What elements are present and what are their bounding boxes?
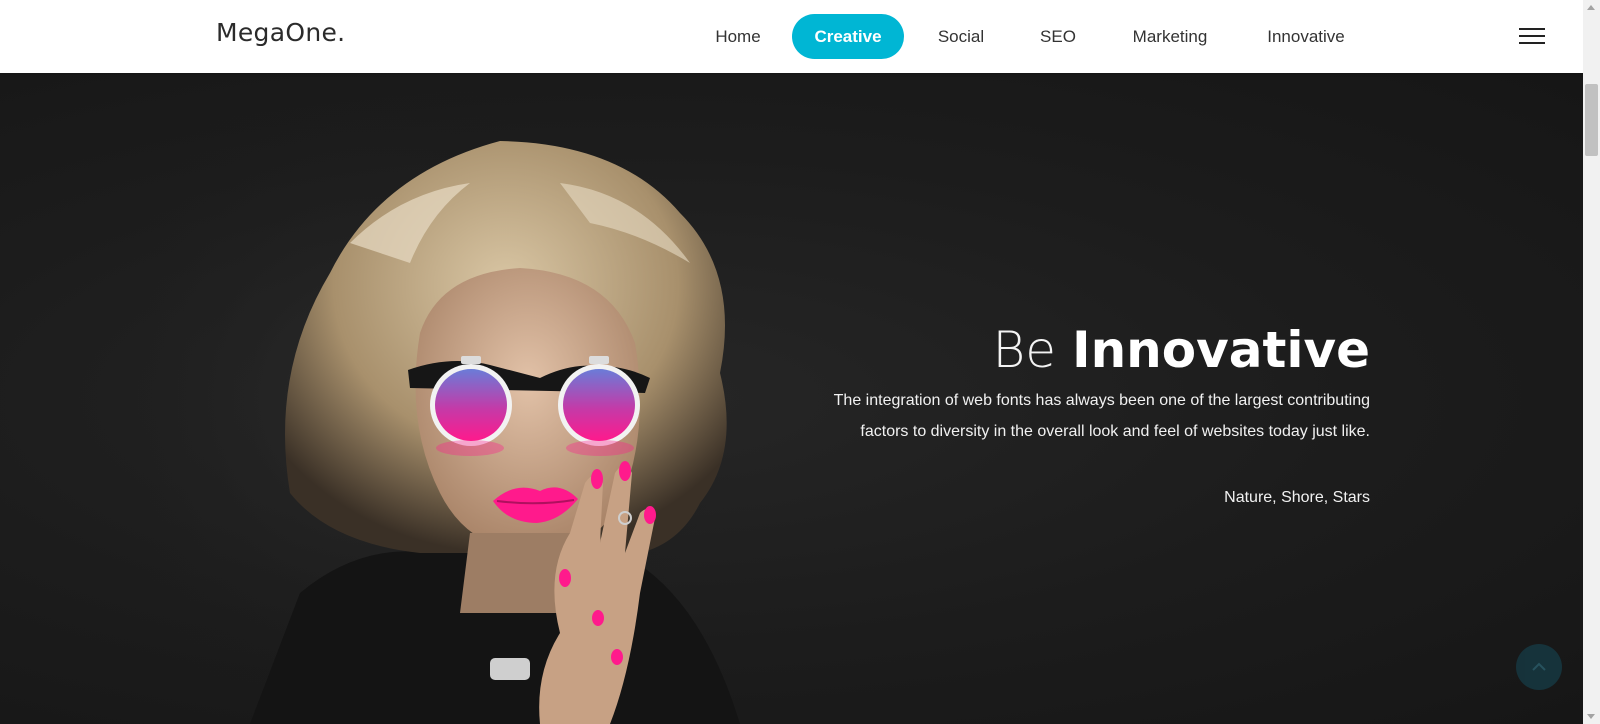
hero-tags: Nature, Shore, Stars — [1224, 489, 1370, 506]
scroll-to-top-button[interactable] — [1516, 644, 1562, 690]
hero-title: Be Innovative — [993, 321, 1370, 379]
site-logo[interactable]: MegaOne. — [216, 18, 345, 47]
left-hinge — [461, 356, 481, 364]
site-header: MegaOne. Home Creative Social SEO Market… — [0, 0, 1583, 73]
nav-seo[interactable]: SEO — [1022, 14, 1094, 59]
right-lens-glow — [566, 440, 634, 456]
scroll-up-arrow[interactable] — [1587, 5, 1595, 10]
hero-title-bold: Innovative — [1071, 321, 1370, 379]
page-scrollbar[interactable] — [1583, 0, 1600, 724]
hamburger-menu-icon[interactable] — [1519, 28, 1545, 46]
nail-2 — [619, 461, 631, 481]
hero-title-light: Be — [992, 321, 1057, 379]
nav-social[interactable]: Social — [923, 14, 999, 59]
hero-description: The integration of web fonts has always … — [833, 392, 1370, 440]
left-lens-glow — [436, 440, 504, 456]
nail-4 — [559, 569, 571, 587]
right-hinge — [589, 356, 609, 364]
nav-marketing[interactable]: Marketing — [1119, 14, 1221, 59]
nail-1 — [591, 469, 603, 489]
chevron-up-icon — [1532, 662, 1546, 671]
right-lens — [563, 369, 635, 441]
nail-5 — [592, 610, 604, 626]
left-lens — [435, 369, 507, 441]
nav-home[interactable]: Home — [697, 14, 779, 59]
scroll-down-arrow[interactable] — [1587, 714, 1595, 719]
nail-6 — [611, 649, 623, 665]
hero-section: Be Innovative The integration of web fon… — [0, 73, 1583, 724]
scrollbar-thumb[interactable] — [1585, 84, 1598, 156]
nav-innovative[interactable]: Innovative — [1256, 14, 1356, 59]
nav-creative[interactable]: Creative — [792, 14, 904, 59]
nail-3 — [644, 506, 656, 524]
ring — [490, 658, 530, 680]
